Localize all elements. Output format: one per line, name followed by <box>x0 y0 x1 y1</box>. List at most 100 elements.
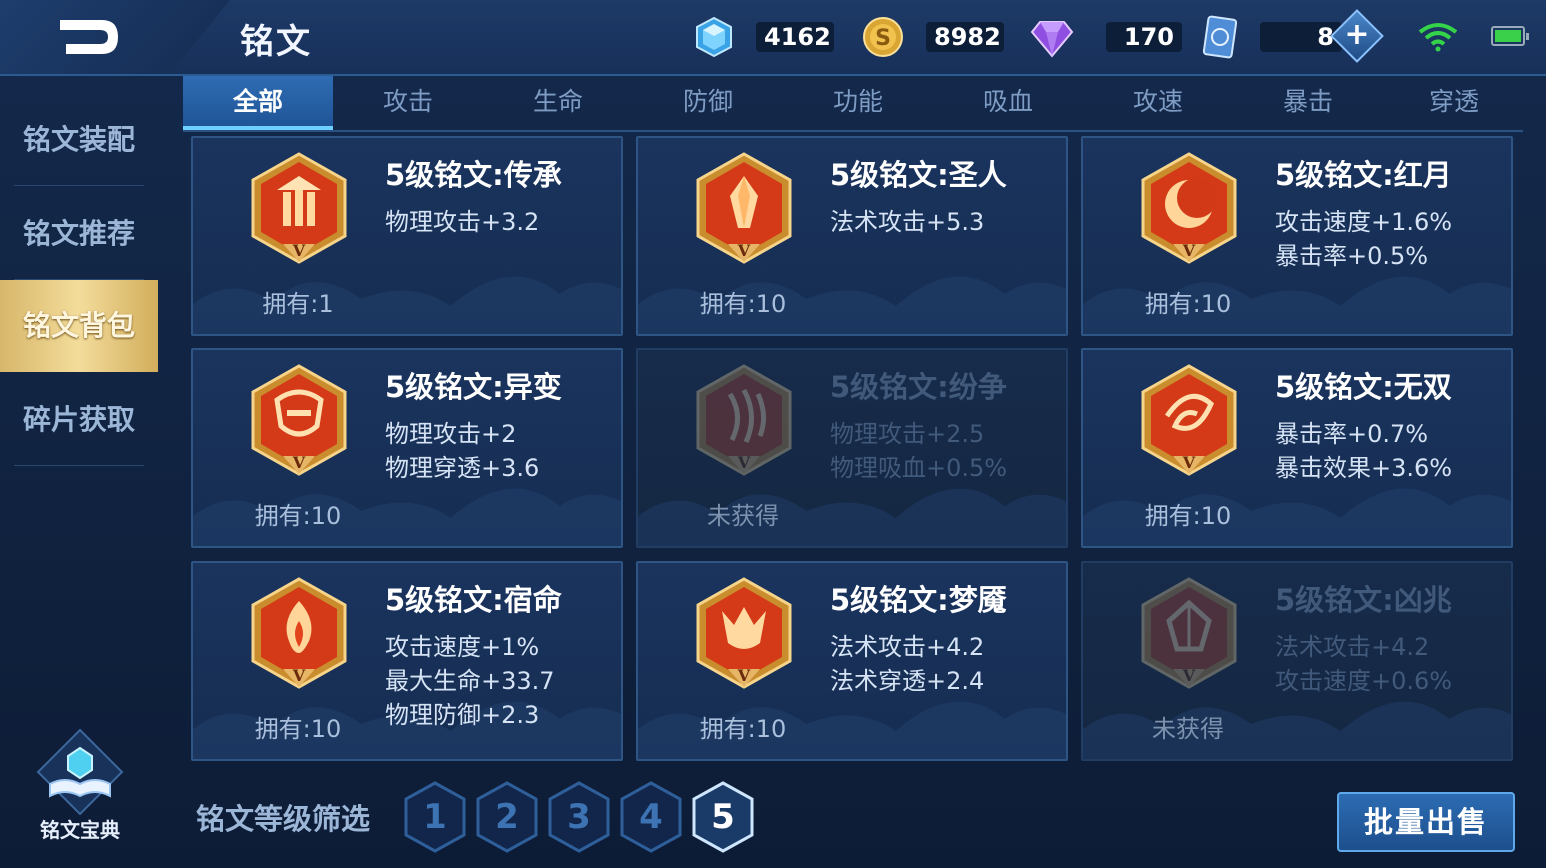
level-filter-3[interactable]: 3 <box>546 780 612 854</box>
inscription-card[interactable]: V 5级铭文:圣人 法术攻击+5.3 拥有:10 <box>636 136 1068 336</box>
svg-text:V: V <box>737 453 751 472</box>
level-filter-1[interactable]: 1 <box>402 780 468 854</box>
tab-attack[interactable]: 攻击 <box>333 76 483 130</box>
sidebar-item-fragments[interactable]: 碎片获取 <box>0 374 158 466</box>
inscription-attr: 法术攻击+4.2 <box>1275 633 1430 661</box>
sidebar-item-equip[interactable]: 铭文装配 <box>0 94 158 186</box>
inscription-card[interactable]: V 5级铭文:纷争 物理攻击+2.5 物理吸血+0.5% 未获得 <box>636 348 1068 548</box>
purple-gem-icon <box>1030 21 1074 58</box>
level-filter-5[interactable]: 5 <box>690 780 756 854</box>
category-tabs: 全部 攻击 生命 防御 功能 吸血 攻速 暴击 穿透 <box>183 76 1523 132</box>
inscription-card[interactable]: V 5级铭文:无双 暴击率+0.7% 暴击效果+3.6% 拥有:10 <box>1081 348 1513 548</box>
inscription-owned: 拥有:10 <box>1144 290 1232 318</box>
svg-text:V: V <box>292 666 306 685</box>
svg-text:V: V <box>1182 666 1196 685</box>
inscription-attr: 暴击率+0.7% <box>1275 420 1429 448</box>
inscription-name: 5级铭文:凶兆 <box>1275 583 1452 617</box>
inscription-attr: 攻击速度+1.6% <box>1275 208 1453 236</box>
inscription-attr: 法术攻击+5.3 <box>830 208 985 236</box>
tab-crit[interactable]: 暴击 <box>1233 76 1383 130</box>
inscription-name: 5级铭文:无双 <box>1275 370 1452 404</box>
gold-coin-count: 8982 <box>926 22 1004 52</box>
inscription-owned: 未获得 <box>1152 715 1224 743</box>
inscription-attr: 物理攻击+2.5 <box>830 420 985 448</box>
inscription-attr: 物理吸血+0.5% <box>830 454 1008 482</box>
inscription-attr: 物理攻击+3.2 <box>385 208 540 236</box>
inscription-card[interactable]: V 5级铭文:宿命 攻击速度+1% 最大生命+33.7 物理防御+2.3 拥有:… <box>191 561 623 761</box>
level-number: 2 <box>495 797 519 837</box>
inscription-attr: 暴击效果+3.6% <box>1275 454 1453 482</box>
inscription-attr: 暴击率+0.5% <box>1275 242 1429 270</box>
svg-text:V: V <box>737 241 751 260</box>
inscription-attr: 攻击速度+0.6% <box>1275 667 1453 695</box>
diamond-coin-count: 4162 <box>756 22 834 52</box>
sidebar-item-recommend[interactable]: 铭文推荐 <box>0 188 158 280</box>
resource-purple-gem: 170 <box>1030 14 1182 60</box>
inscription-attr: 最大生命+33.7 <box>385 667 555 695</box>
inscription-attr: 物理穿透+3.6 <box>385 454 540 482</box>
inscription-emblem-icon: V <box>247 364 351 480</box>
purple-gem-count: 170 <box>1106 22 1182 52</box>
level-number: 3 <box>567 797 591 837</box>
sidebar-item-bag[interactable]: 铭文背包 <box>0 280 158 372</box>
inscription-card[interactable]: V 5级铭文:红月 攻击速度+1.6% 暴击率+0.5% 拥有:10 <box>1081 136 1513 336</box>
sidebar-item-label: 铭文推荐 <box>22 217 135 250</box>
tab-defense[interactable]: 防御 <box>633 76 783 130</box>
svg-text:V: V <box>292 453 306 472</box>
inscription-name: 5级铭文:异变 <box>385 370 562 404</box>
back-arrow-icon[interactable] <box>52 14 124 60</box>
resource-card-ticket: 8 <box>1200 14 1342 60</box>
inscription-owned: 拥有:10 <box>1144 502 1232 530</box>
diamond-coin-icon <box>696 16 732 58</box>
tab-health[interactable]: 生命 <box>483 76 633 130</box>
inscription-owned: 拥有:10 <box>254 715 342 743</box>
tab-penetration[interactable]: 穿透 <box>1379 76 1529 130</box>
level-filter-label: 铭文等级筛选 <box>196 802 371 836</box>
svg-text:S: S <box>875 26 891 51</box>
level-filter-4[interactable]: 4 <box>618 780 684 854</box>
plus-icon: + <box>1344 17 1370 52</box>
inscription-emblem-icon: V <box>247 152 351 268</box>
gold-coin-icon: S <box>863 17 903 57</box>
inscription-emblem-icon: V <box>692 364 796 480</box>
inscription-emblem-icon: V <box>692 152 796 268</box>
inscription-emblem-icon: V <box>1137 152 1241 268</box>
card-ticket-icon <box>1202 15 1238 59</box>
inscription-card[interactable]: V 5级铭文:传承 物理攻击+3.2 拥有:1 <box>191 136 623 336</box>
inscription-name: 5级铭文:圣人 <box>830 158 1007 192</box>
inscription-card[interactable]: V 5级铭文:凶兆 法术攻击+4.2 攻击速度+0.6% 未获得 <box>1081 561 1513 761</box>
bulk-sell-button[interactable]: 批量出售 <box>1337 792 1515 852</box>
inscription-attr: 法术攻击+4.2 <box>830 633 985 661</box>
inscription-emblem-icon: V <box>692 577 796 693</box>
tab-attack-speed[interactable]: 攻速 <box>1083 76 1233 130</box>
svg-text:V: V <box>737 666 751 685</box>
inscription-owned: 拥有:10 <box>699 290 787 318</box>
sidebar-item-label: 铭文背包 <box>22 309 135 342</box>
inscription-attr: 物理防御+2.3 <box>385 701 540 729</box>
card-ticket-count: 8 <box>1260 22 1342 52</box>
tab-all[interactable]: 全部 <box>183 76 333 130</box>
page-title: 铭文 <box>240 22 312 62</box>
level-number: 4 <box>639 797 663 837</box>
inscription-emblem-icon: V <box>247 577 351 693</box>
codex-button[interactable]: 铭文宝典 <box>28 726 132 844</box>
inscription-card[interactable]: V 5级铭文:异变 物理攻击+2 物理穿透+3.6 拥有:10 <box>191 348 623 548</box>
tab-lifesteal[interactable]: 吸血 <box>933 76 1083 130</box>
wifi-icon <box>1418 23 1458 52</box>
inscription-owned: 拥有:10 <box>699 715 787 743</box>
level-number: 1 <box>423 797 447 837</box>
inscription-name: 5级铭文:红月 <box>1275 158 1452 192</box>
inscription-name: 5级铭文:传承 <box>385 158 562 192</box>
svg-text:V: V <box>1182 241 1196 260</box>
inscription-attr: 法术穿透+2.4 <box>830 667 985 695</box>
sidebar-item-label: 碎片获取 <box>22 403 135 436</box>
inscription-card[interactable]: V 5级铭文:梦魇 法术攻击+4.2 法术穿透+2.4 拥有:10 <box>636 561 1068 761</box>
level-filter-2[interactable]: 2 <box>474 780 540 854</box>
svg-text:V: V <box>292 241 306 260</box>
top-bar: 铭文 4162 S 8982 170 8 + <box>0 0 1546 76</box>
battery-icon <box>1491 26 1529 46</box>
tab-utility[interactable]: 功能 <box>783 76 933 130</box>
inscription-name: 5级铭文:宿命 <box>385 583 562 617</box>
resource-diamond-coin: 4162 <box>694 14 834 60</box>
level-number: 5 <box>711 797 735 837</box>
